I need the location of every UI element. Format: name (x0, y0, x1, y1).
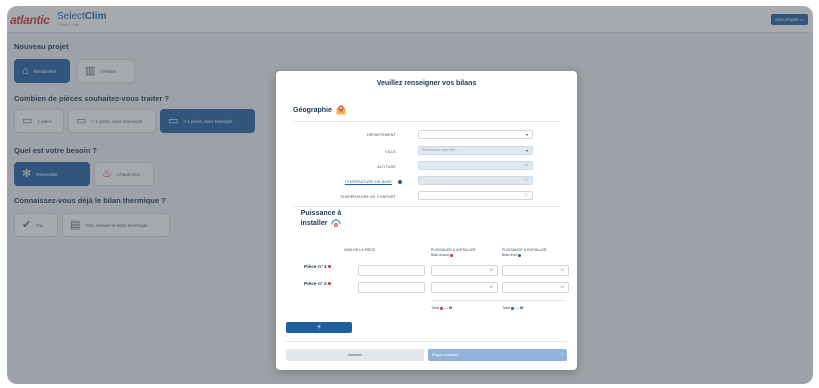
room-2-label: Pièce n° 2 (304, 282, 332, 287)
map-pin-icon (336, 105, 346, 115)
cold-power-header: PUISSANCE À INSTALLER Bilan froid (502, 248, 547, 257)
base-temperature-label[interactable]: TEMPÉRATURE DE BASE (272, 180, 392, 184)
room-name-header: NOM DE LA PIÈCE (344, 248, 376, 252)
thermometer-icon (331, 219, 342, 227)
room-1-cold-input[interactable]: W (502, 265, 569, 276)
divider (431, 300, 566, 301)
heat-power-header: PUISSANCE À INSTALLER Bilan chaud (431, 248, 476, 257)
required-icon (328, 265, 332, 269)
bilan-modal: Veuillez renseigner vos bilans Géographi… (276, 71, 577, 370)
chevron-down-icon: ▾ (525, 148, 528, 153)
divider (286, 341, 567, 342)
divider (293, 206, 561, 207)
department-select[interactable]: ▾ (418, 130, 533, 139)
snowflake-icon (511, 306, 515, 310)
comfort-temperature-label: TEMPÉRATURE DE CONFORT (340, 195, 396, 199)
cancel-button[interactable]: Annuler (286, 349, 424, 361)
chevron-down-icon: ▾ (525, 132, 528, 137)
room-1-label: Pièce n° 1 (304, 265, 332, 270)
room-2-cold-input[interactable]: W (502, 282, 569, 293)
required-icon (328, 282, 332, 286)
next-step-button[interactable]: Étape suivante › (428, 349, 567, 361)
flame-icon (449, 253, 453, 257)
altitude-field[interactable]: m (418, 161, 533, 170)
modal-title: Veuillez renseigner vos bilans (376, 80, 477, 87)
info-icon[interactable] (398, 180, 402, 184)
city-select[interactable]: Rechercher une ville... ▾ (418, 146, 533, 155)
add-room-button[interactable]: + (286, 322, 352, 333)
city-label: VILLE (385, 150, 396, 154)
comfort-temperature-field[interactable]: °C (418, 191, 533, 200)
room-1-heat-input[interactable]: W (431, 265, 498, 276)
app-window: atlantic SelectClim Bilan & Calc Mes pro… (7, 6, 813, 384)
room-1-name-input[interactable] (358, 265, 425, 276)
department-label: DÉPARTEMENT (366, 133, 396, 137)
chevron-right-icon: › (561, 352, 563, 358)
snowflake-icon (518, 253, 522, 257)
divider (293, 121, 561, 122)
power-title: Puissance à installer (300, 210, 342, 227)
altitude-label: ALTITUDE (377, 165, 396, 169)
flame-icon (440, 306, 444, 310)
total-heat: Total - - W (431, 306, 453, 310)
room-2-heat-input[interactable]: W (431, 282, 498, 293)
room-2-name-input[interactable] (358, 282, 425, 293)
base-temperature-field[interactable]: °C (418, 176, 533, 185)
geography-title: Géographie (293, 105, 346, 115)
total-cold: Total - - W (502, 306, 524, 310)
